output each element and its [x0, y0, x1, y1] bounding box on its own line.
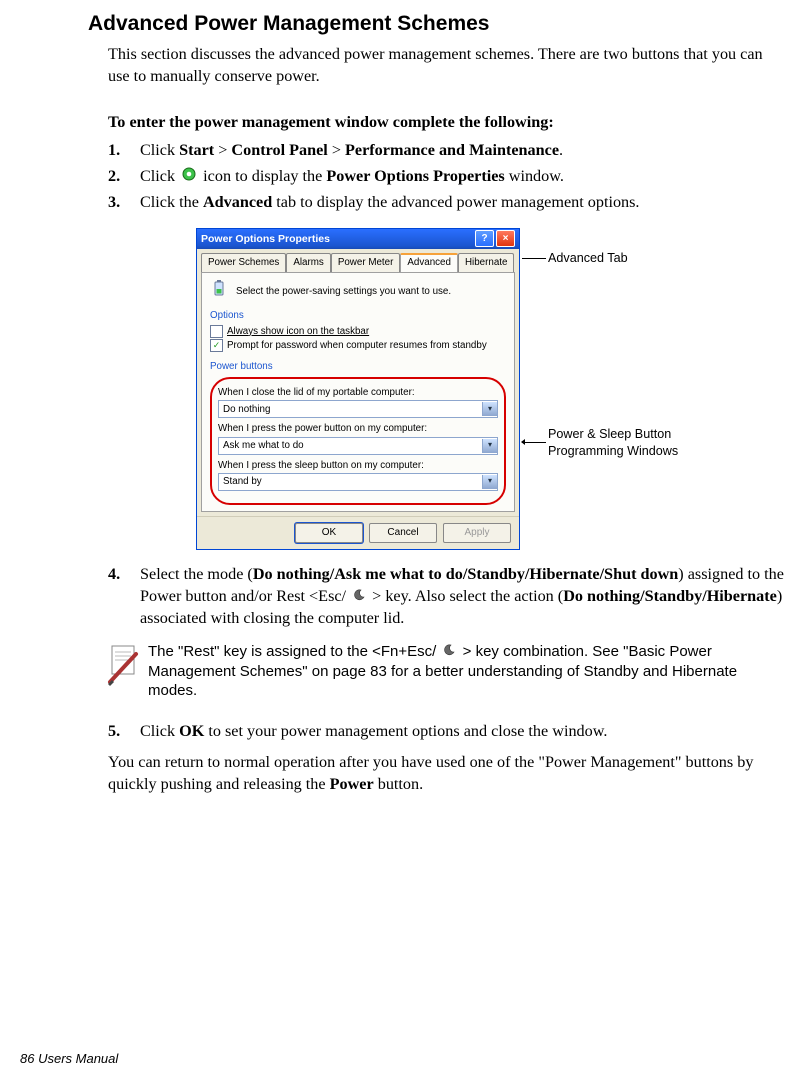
apply-button[interactable]: Apply	[443, 523, 511, 543]
sleep-button-select[interactable]: Stand by ▾	[218, 473, 498, 491]
lid-close-select[interactable]: Do nothing ▾	[218, 400, 498, 418]
chevron-down-icon[interactable]: ▾	[482, 475, 497, 489]
cancel-button[interactable]: Cancel	[369, 523, 437, 543]
section-title: Advanced Power Management Schemes	[88, 10, 786, 38]
lid-close-label: When I close the lid of my portable comp…	[218, 386, 498, 399]
power-options-icon	[182, 166, 196, 188]
moon-icon	[443, 642, 455, 662]
tab-power-schemes[interactable]: Power Schemes	[201, 253, 286, 272]
step-1: 1. Click Start > Control Panel > Perform…	[108, 140, 786, 162]
power-buttons-group: When I close the lid of my portable comp…	[210, 377, 506, 505]
step-body: Click the Advanced tab to display the ad…	[140, 192, 786, 214]
step-2: 2. Click icon to display the Power Optio…	[108, 166, 786, 188]
help-icon[interactable]: ?	[475, 230, 494, 247]
dialog-tabs: Power Schemes Alarms Power Meter Advance…	[197, 249, 519, 272]
step-5: 5. Click OK to set your power management…	[108, 721, 786, 743]
dialog-hint: Select the power-saving settings you wan…	[210, 279, 506, 303]
close-icon[interactable]: ×	[496, 230, 515, 247]
chevron-down-icon[interactable]: ▾	[482, 439, 497, 453]
figure-callouts: Advanced Tab Power & Sleep Button Progra…	[520, 228, 786, 550]
sleep-button-label: When I press the sleep button on my comp…	[218, 459, 498, 472]
callout-power-sleep: Power & Sleep Button Programming Windows	[546, 426, 728, 460]
power-buttons-label: Power buttons	[210, 360, 506, 373]
checkbox-icon[interactable]: ✓	[210, 339, 223, 352]
steps-list-2: 4. Select the mode (Do nothing/Ask me wh…	[108, 564, 786, 630]
battery-icon	[210, 279, 230, 303]
step-body: Click Start > Control Panel > Performanc…	[140, 140, 786, 162]
step-body: Select the mode (Do nothing/Ask me what …	[140, 564, 786, 630]
tab-hibernate[interactable]: Hibernate	[458, 253, 514, 272]
dialog-button-row: OK Cancel Apply	[197, 516, 519, 549]
page-content: Advanced Power Management Schemes This s…	[0, 0, 806, 816]
step-3: 3. Click the Advanced tab to display the…	[108, 192, 786, 214]
figure-power-options: Power Options Properties ? × Power Schem…	[196, 228, 786, 550]
option-prompt-password[interactable]: ✓ Prompt for password when computer resu…	[210, 339, 506, 352]
step-number: 1.	[108, 140, 140, 162]
page-footer: 86 Users Manual	[20, 1050, 118, 1068]
dialog-titlebar: Power Options Properties ? ×	[197, 229, 519, 249]
dialog-title: Power Options Properties	[201, 232, 473, 246]
chevron-down-icon[interactable]: ▾	[482, 402, 497, 416]
callout-advanced-tab: Advanced Tab	[546, 250, 628, 267]
step-number: 3.	[108, 192, 140, 214]
steps-list-1: 1. Click Start > Control Panel > Perform…	[108, 140, 786, 214]
tab-alarms[interactable]: Alarms	[286, 253, 330, 272]
step-number: 2.	[108, 166, 140, 188]
steps-list-3: 5. Click OK to set your power management…	[108, 721, 786, 743]
intro-paragraph: This section discusses the advanced powe…	[108, 44, 786, 88]
dialog-body: Select the power-saving settings you wan…	[201, 272, 515, 512]
option-show-icon[interactable]: Always show icon on the taskbar	[210, 325, 506, 338]
leader-line-icon	[522, 258, 546, 259]
tab-power-meter[interactable]: Power Meter	[331, 253, 401, 272]
leader-arrow-icon	[522, 442, 546, 443]
note-text: The "Rest" key is assigned to the <Fn+Es…	[148, 642, 786, 701]
closing-paragraph: You can return to normal operation after…	[108, 752, 786, 796]
step-body: Click OK to set your power management op…	[140, 721, 786, 743]
step-number: 5.	[108, 721, 140, 743]
ok-button[interactable]: OK	[295, 523, 363, 543]
step-body: Click icon to display the Power Options …	[140, 166, 786, 188]
checkbox-icon[interactable]	[210, 325, 223, 338]
step-number: 4.	[108, 564, 140, 630]
moon-icon	[353, 586, 365, 608]
power-options-dialog: Power Options Properties ? × Power Schem…	[196, 228, 520, 550]
sub-heading: To enter the power management window com…	[108, 112, 786, 134]
tab-advanced[interactable]: Advanced	[400, 253, 458, 272]
power-button-select[interactable]: Ask me what to do ▾	[218, 437, 498, 455]
options-label: Options	[210, 309, 506, 322]
step-4: 4. Select the mode (Do nothing/Ask me wh…	[108, 564, 786, 630]
note-icon	[106, 642, 148, 701]
note-block: The "Rest" key is assigned to the <Fn+Es…	[106, 642, 786, 701]
power-button-label: When I press the power button on my comp…	[218, 422, 498, 435]
